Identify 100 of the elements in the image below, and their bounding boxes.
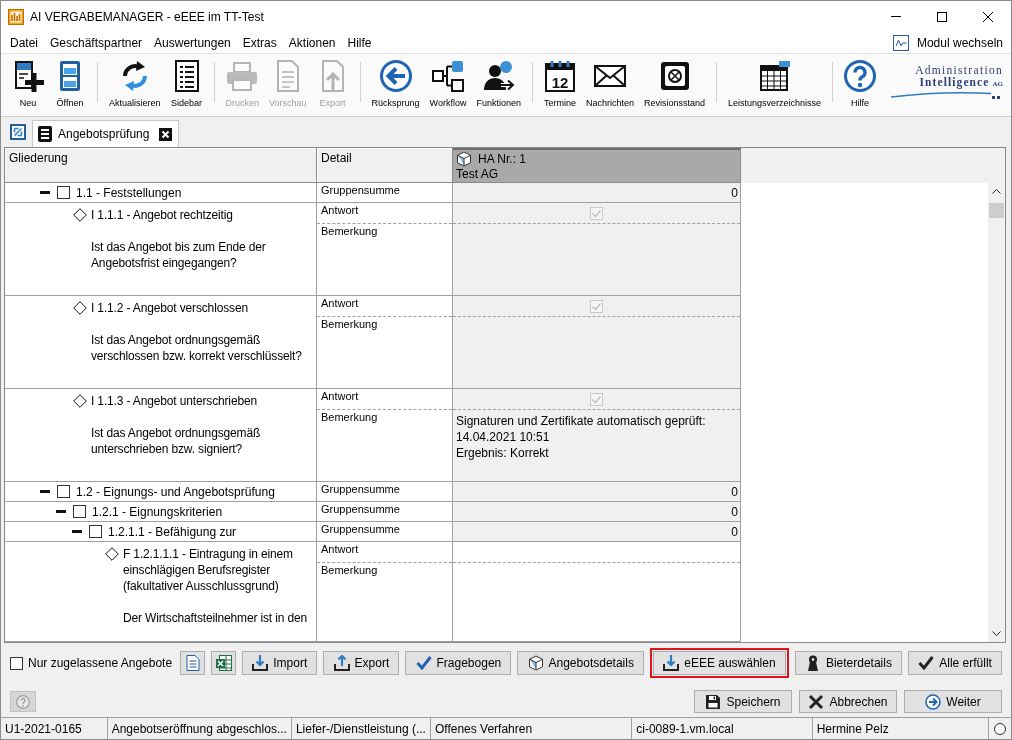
- tree-item-label[interactable]: 1.1 - Feststellungen: [76, 185, 182, 200]
- bidder-header[interactable]: HA Nr.: 1 Test AG: [453, 148, 741, 183]
- document-button[interactable]: [180, 651, 206, 675]
- detail-label: Antwort: [320, 389, 360, 402]
- scrollbar[interactable]: [988, 183, 1005, 642]
- import-button[interactable]: Import: [242, 651, 318, 675]
- flowchart-icon: [432, 60, 465, 92]
- sum-cell: 0: [453, 502, 741, 521]
- detail-label: Antwort: [320, 296, 360, 309]
- module-switch-button[interactable]: Modul wechseln: [890, 33, 1005, 52]
- question-title[interactable]: I 1.1.3 - Angebot unterschrieben: [91, 393, 315, 409]
- toolbar-button[interactable]: Workflow: [425, 60, 471, 108]
- cancel-button[interactable]: Abbrechen: [799, 690, 897, 713]
- checkbox[interactable]: [73, 505, 86, 518]
- upload-icon: [333, 655, 350, 671]
- bidder-name: Test AG: [456, 167, 500, 182]
- window-title: AI VERGABEMANAGER - eEEE im TT-Test: [30, 9, 264, 24]
- download-icon: [663, 655, 680, 671]
- column-header[interactable]: Gliederung: [5, 148, 317, 183]
- safe-icon: [658, 60, 691, 92]
- remark-field: Signaturen und Zertifikate automatisch geprüft: 14.04.2021 10:51 Ergebnis: Korrekt: [453, 410, 740, 481]
- checkbox[interactable]: [10, 656, 23, 670]
- menu-item[interactable]: Auswertungen: [148, 33, 237, 52]
- detail-label: Gruppensumme: [320, 522, 401, 535]
- next-button[interactable]: Weiter: [904, 690, 1002, 713]
- menu-item[interactable]: Hilfe: [341, 33, 378, 52]
- detail-label: Antwort: [320, 542, 360, 555]
- toolbar-button[interactable]: Revisionsstand: [640, 60, 710, 108]
- sum-cell: 0: [453, 482, 741, 501]
- toolbar-button[interactable]: Leistungsverzeichnisse: [724, 60, 826, 108]
- detail-label: Bemerkung: [320, 563, 379, 576]
- column-header[interactable]: Detail: [317, 148, 453, 183]
- toolbar-button[interactable]: Öffnen: [50, 60, 90, 108]
- spreadsheet-button[interactable]: [211, 651, 237, 675]
- table-icon: [758, 60, 791, 92]
- cube-icon: [456, 151, 472, 167]
- expand-icon[interactable]: [10, 124, 26, 140]
- select-button[interactable]: eEEE auswählen: [653, 651, 786, 675]
- sum-cell: 0: [453, 183, 741, 202]
- checkbox[interactable]: [57, 186, 70, 199]
- minimize-icon: [891, 16, 901, 17]
- question-text: Ist das Angebot ordnungsgemäß unterschrieben bzw. signiert?: [91, 425, 262, 457]
- diamond-icon: [73, 208, 87, 222]
- toolbar-button[interactable]: Aktualisieren: [105, 60, 165, 108]
- checkmark-icon: [415, 655, 432, 671]
- tree-item-label[interactable]: 1.2 - Eignungs- und Angebotsprüfung: [76, 484, 275, 499]
- toolbar-button[interactable]: Nachrichten: [582, 60, 639, 108]
- detail-label: Gruppensumme: [320, 502, 401, 515]
- help-icon: [16, 694, 30, 709]
- save-button[interactable]: Speichern: [694, 690, 792, 713]
- menu-item[interactable]: Datei: [4, 33, 44, 52]
- export-button[interactable]: Export: [323, 651, 400, 675]
- maximize-icon: [937, 11, 947, 22]
- list-icon: [38, 126, 52, 142]
- question-title[interactable]: I 1.1.1 - Angebot rechtzeitig: [91, 207, 315, 223]
- detail-label: Bemerkung: [320, 410, 379, 423]
- diamond-icon: [73, 301, 87, 315]
- diamond-icon: [73, 394, 87, 408]
- status-text: Offenes Verfahren: [430, 718, 633, 739]
- question-title[interactable]: F 1.2.1.1.1 - Eintragung in einem einschlägigen Berufsregister (fakultativer Ausschlussgrund): [123, 546, 315, 594]
- toolbar-button[interactable]: 12 Termine: [540, 60, 580, 108]
- menu-item[interactable]: Aktionen: [282, 33, 342, 52]
- checkbox[interactable]: [89, 525, 102, 538]
- document-icon: [185, 655, 200, 671]
- toolbar-button[interactable]: Neu: [8, 60, 48, 108]
- bidder-number: HA Nr.: 1: [478, 152, 527, 166]
- tree-item-label[interactable]: 1.2.1.1 - Befähigung zur: [108, 524, 237, 539]
- status-text: Angebotseröffnung abgeschlos...: [107, 718, 292, 739]
- menu-item[interactable]: Geschäftspartner: [44, 33, 149, 52]
- toolbar-button[interactable]: Rücksprung: [367, 60, 424, 108]
- close-icon[interactable]: [159, 127, 173, 141]
- detail-label: Bemerkung: [320, 317, 379, 330]
- tree-item-label[interactable]: 1.2.1 - Eignungskriterien: [92, 504, 223, 519]
- tab[interactable]: Angebotsprüfung: [32, 120, 180, 147]
- question-title[interactable]: I 1.1.2 - Angebot verschlossen: [91, 300, 315, 316]
- menu-item[interactable]: Extras: [236, 33, 283, 52]
- offer-details-button[interactable]: Angebotsdetails: [517, 651, 645, 675]
- detail-label: Gruppensumme: [320, 183, 401, 196]
- checkmark-icon: [918, 655, 935, 671]
- toolbar-button[interactable]: Sidebar: [166, 60, 207, 108]
- logo-text: Intelligence: [919, 76, 990, 88]
- cross-icon: [808, 693, 825, 710]
- questionnaire-button[interactable]: Fragebogen: [405, 651, 512, 675]
- detail-label: Gruppensumme: [320, 482, 401, 495]
- close-icon: [983, 11, 993, 22]
- status-text: Hermine Pelz: [812, 718, 989, 739]
- checkbox-label[interactable]: Nur zugelassene Angebote: [28, 656, 173, 670]
- detail-label: Antwort: [320, 203, 360, 216]
- toolbar-button[interactable]: Hilfe: [840, 60, 881, 108]
- sum-cell: 0: [453, 522, 741, 541]
- scrollbar-thumb[interactable]: [989, 203, 1004, 218]
- confirm-all-button[interactable]: Alle erfüllt: [908, 651, 1003, 675]
- toolbar-button[interactable]: Funktionen: [472, 60, 525, 108]
- app-icon: [8, 8, 24, 25]
- spreadsheet-icon: [215, 655, 232, 671]
- help-icon: [844, 60, 877, 92]
- bidder-details-button[interactable]: Bieterdetails: [794, 651, 903, 675]
- question-text: Der Wirtschaftsteilnehmer ist in den: [123, 610, 308, 626]
- checkbox[interactable]: [57, 485, 70, 498]
- download-icon: [252, 655, 269, 671]
